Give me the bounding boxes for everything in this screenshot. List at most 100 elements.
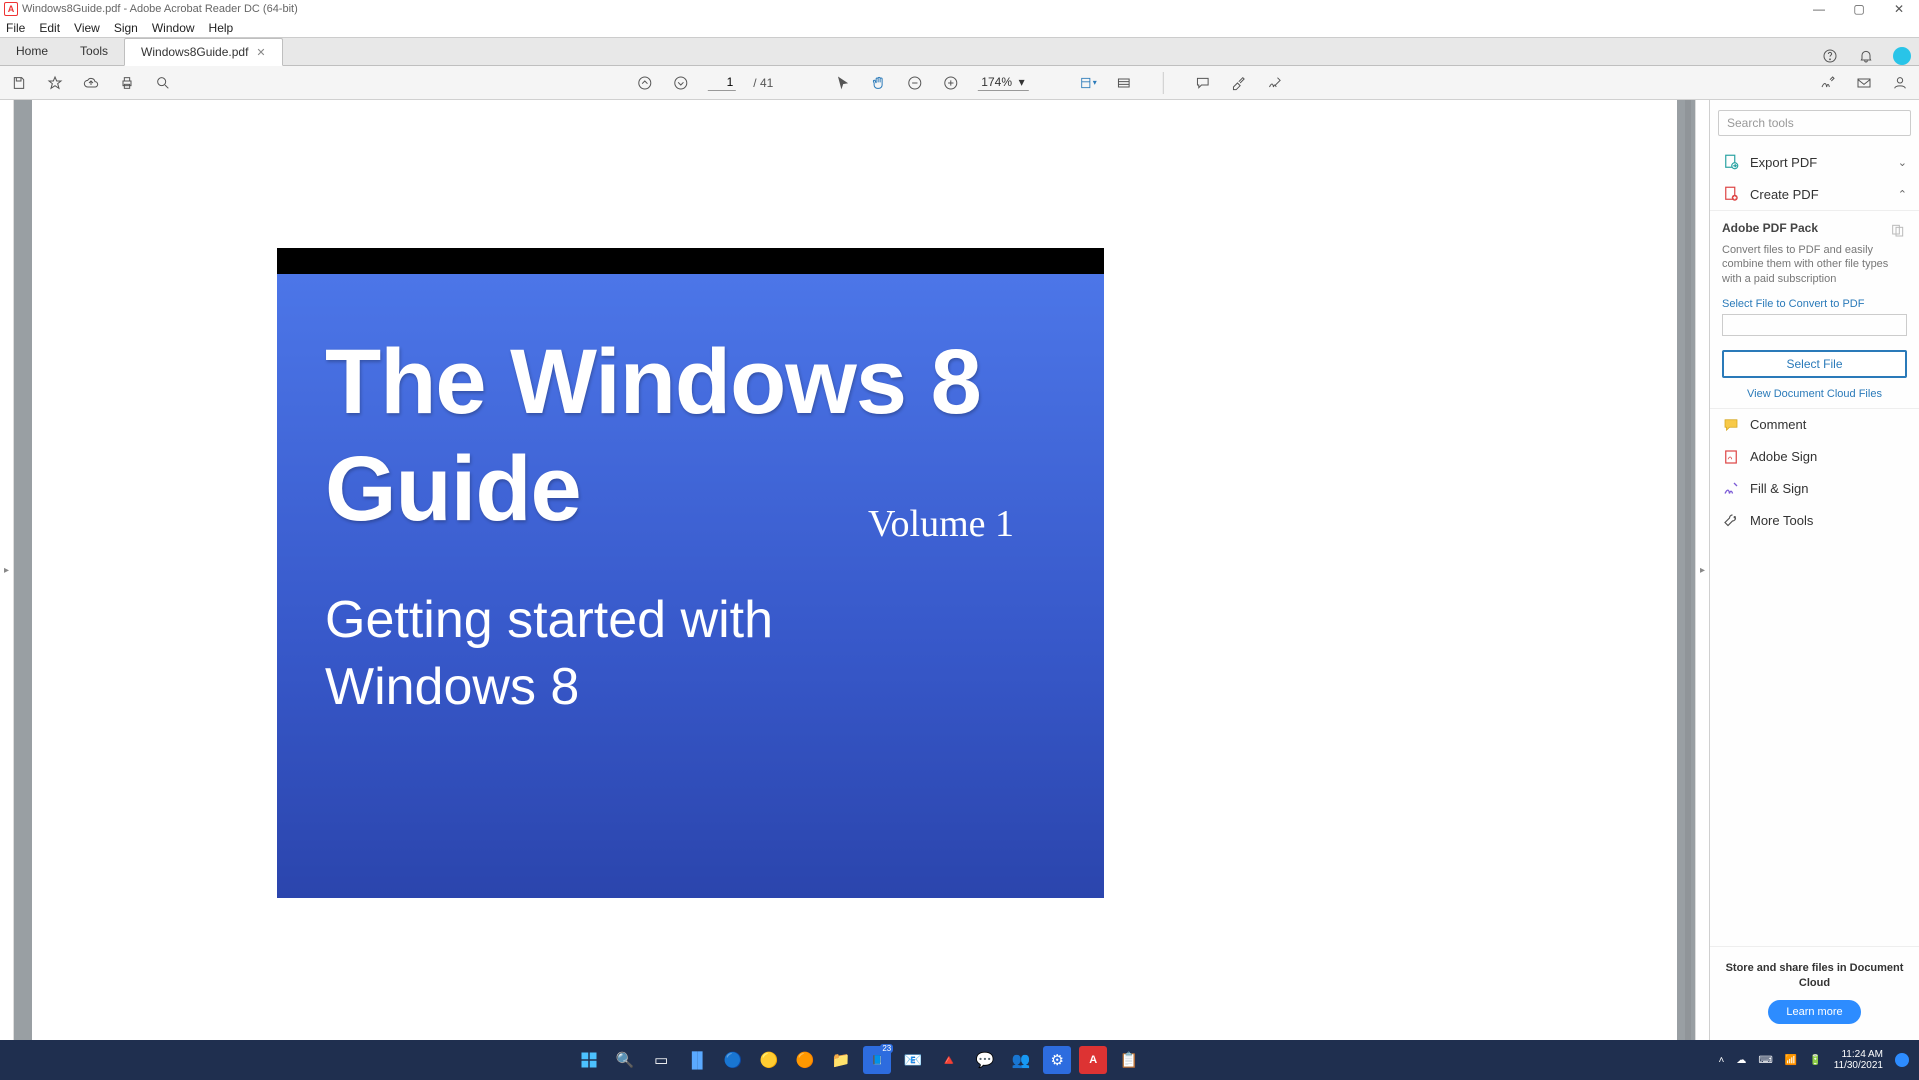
doc-subtitle: Getting started with Windows 8: [325, 587, 1056, 720]
zoom-in-icon[interactable]: [941, 74, 959, 92]
comment-tool-icon[interactable]: [1194, 74, 1212, 92]
bell-icon[interactable]: [1857, 47, 1875, 65]
tool-adobe-sign[interactable]: Adobe Sign: [1710, 441, 1919, 473]
fill-sign-icon: [1722, 480, 1740, 498]
create-pdf-icon: [1722, 185, 1740, 203]
profile-icon[interactable]: [1891, 74, 1909, 92]
page-number-input[interactable]: [707, 74, 735, 91]
task-view-icon[interactable]: ▭: [647, 1046, 675, 1074]
help-icon[interactable]: [1821, 47, 1839, 65]
tool-more-tools[interactable]: More Tools: [1710, 505, 1919, 537]
tool-export-pdf[interactable]: Export PDF ⌄: [1710, 146, 1919, 178]
zoom-level[interactable]: 174% ▾: [977, 74, 1028, 91]
tray-notification-icon[interactable]: [1895, 1053, 1909, 1067]
windows-taskbar: 🔍 ▭ ▐▌ 🔵 🟡 🟠 📁 📘23 📧 🔺 💬 👥 ⚙ A 📋 ˄ ☁ ⌨ 📶…: [0, 1040, 1919, 1080]
tab-home[interactable]: Home: [0, 37, 64, 65]
taskbar-edge[interactable]: 🔵: [719, 1046, 747, 1074]
tool-create-pdf[interactable]: Create PDF ⌃: [1710, 178, 1919, 210]
menu-sign[interactable]: Sign: [114, 21, 138, 35]
search-icon[interactable]: [154, 74, 172, 92]
select-file-button[interactable]: Select File: [1722, 350, 1907, 378]
taskbar-app-3[interactable]: 📋: [1115, 1046, 1143, 1074]
title-bar: A Windows8Guide.pdf - Adobe Acrobat Read…: [0, 0, 1919, 18]
save-icon[interactable]: [10, 74, 28, 92]
tray-network-icon[interactable]: 📶: [1785, 1055, 1797, 1066]
menu-window[interactable]: Window: [152, 21, 195, 35]
left-panel-toggle[interactable]: ▸: [0, 100, 14, 1040]
mail-icon[interactable]: [1855, 74, 1873, 92]
taskbar-drive[interactable]: 🔺: [935, 1046, 963, 1074]
export-pdf-icon: [1722, 153, 1740, 171]
tab-tools[interactable]: Tools: [64, 37, 124, 65]
pdf-page: The Windows 8 Guide Volume 1 Getting sta…: [32, 100, 1677, 1040]
dc-promo: Store and share files in Document Cloud …: [1710, 946, 1919, 1040]
page-up-icon[interactable]: [635, 74, 653, 92]
tab-document[interactable]: Windows8Guide.pdf✕: [124, 38, 283, 66]
pdf-cover: The Windows 8 Guide Volume 1 Getting sta…: [277, 248, 1104, 898]
taskbar-teams[interactable]: 👥: [1007, 1046, 1035, 1074]
comment-icon: [1722, 416, 1740, 434]
tray-clock[interactable]: 11:24 AM 11/30/2021: [1834, 1049, 1883, 1071]
menu-help[interactable]: Help: [209, 21, 234, 35]
select-arrow-icon[interactable]: [833, 74, 851, 92]
menu-file[interactable]: File: [6, 21, 25, 35]
tray-onedrive-icon[interactable]: ☁: [1736, 1055, 1746, 1066]
close-window-button[interactable]: ✕: [1879, 2, 1919, 16]
pack-icon: [1889, 221, 1907, 239]
cloud-upload-icon[interactable]: [82, 74, 100, 92]
scrollbar[interactable]: [1685, 100, 1691, 1040]
doc-title-line1: The Windows 8: [325, 334, 1056, 431]
account-avatar[interactable]: [1893, 47, 1911, 65]
adobe-sign-icon: [1722, 448, 1740, 466]
file-path-input[interactable]: [1722, 314, 1907, 336]
hand-tool-icon[interactable]: [869, 74, 887, 92]
signature-icon[interactable]: [1819, 74, 1837, 92]
page-total: / 41: [753, 76, 773, 90]
highlight-tool-icon[interactable]: [1230, 74, 1248, 92]
tools-panel: Search tools Export PDF ⌄ Create PDF ⌃ A…: [1709, 100, 1919, 1040]
tray-keyboard-icon[interactable]: ⌨: [1758, 1055, 1772, 1066]
start-button[interactable]: [575, 1046, 603, 1074]
tray-battery-icon[interactable]: 🔋: [1809, 1055, 1821, 1066]
menu-edit[interactable]: Edit: [39, 21, 60, 35]
minimize-button[interactable]: —: [1799, 2, 1839, 16]
widgets-icon[interactable]: ▐▌: [683, 1046, 711, 1074]
document-area[interactable]: The Windows 8 Guide Volume 1 Getting sta…: [14, 100, 1695, 1040]
select-file-label: Select File to Convert to PDF: [1710, 290, 1919, 312]
tool-fill-sign[interactable]: Fill & Sign: [1710, 473, 1919, 505]
search-taskbar-icon[interactable]: 🔍: [611, 1046, 639, 1074]
taskbar-explorer[interactable]: 📁: [827, 1046, 855, 1074]
tool-comment[interactable]: Comment: [1710, 408, 1919, 441]
taskbar-acrobat[interactable]: A: [1079, 1046, 1107, 1074]
taskbar-app-1[interactable]: 📘23: [863, 1046, 891, 1074]
chevron-up-icon: ⌃: [1898, 188, 1907, 201]
chevron-down-icon: ⌄: [1898, 156, 1907, 169]
fit-width-icon[interactable]: ▾: [1079, 74, 1097, 92]
taskbar-whatsapp[interactable]: 💬: [971, 1046, 999, 1074]
zoom-out-icon[interactable]: [905, 74, 923, 92]
right-panel-toggle[interactable]: ▸: [1695, 100, 1709, 1040]
maximize-button[interactable]: ▢: [1839, 2, 1879, 16]
tray-chevron-icon[interactable]: ˄: [1719, 1055, 1725, 1066]
star-icon[interactable]: [46, 74, 64, 92]
page-display-icon[interactable]: [1115, 74, 1133, 92]
acrobat-app-icon: A: [4, 2, 18, 16]
window-title: Windows8Guide.pdf - Adobe Acrobat Reader…: [22, 3, 298, 15]
taskbar-firefox[interactable]: 🟠: [791, 1046, 819, 1074]
adobe-pdf-pack: Adobe PDF Pack Convert files to PDF and …: [1710, 210, 1919, 290]
learn-more-button[interactable]: Learn more: [1768, 1000, 1860, 1024]
menu-view[interactable]: View: [74, 21, 100, 35]
tab-close-icon[interactable]: ✕: [256, 46, 265, 59]
tab-bar: Home Tools Windows8Guide.pdf✕: [0, 38, 1919, 66]
taskbar-app-2[interactable]: ⚙: [1043, 1046, 1071, 1074]
taskbar-outlook[interactable]: 📧: [899, 1046, 927, 1074]
search-tools-input[interactable]: Search tools: [1718, 110, 1911, 136]
taskbar-chrome[interactable]: 🟡: [755, 1046, 783, 1074]
print-icon[interactable]: [118, 74, 136, 92]
more-tools-icon: [1722, 512, 1740, 530]
view-dc-files-link[interactable]: View Document Cloud Files: [1710, 386, 1919, 408]
sign-tool-icon[interactable]: [1266, 74, 1284, 92]
page-down-icon[interactable]: [671, 74, 689, 92]
menu-bar: File Edit View Sign Window Help: [0, 18, 1919, 38]
doc-volume: Volume 1: [868, 502, 1014, 546]
